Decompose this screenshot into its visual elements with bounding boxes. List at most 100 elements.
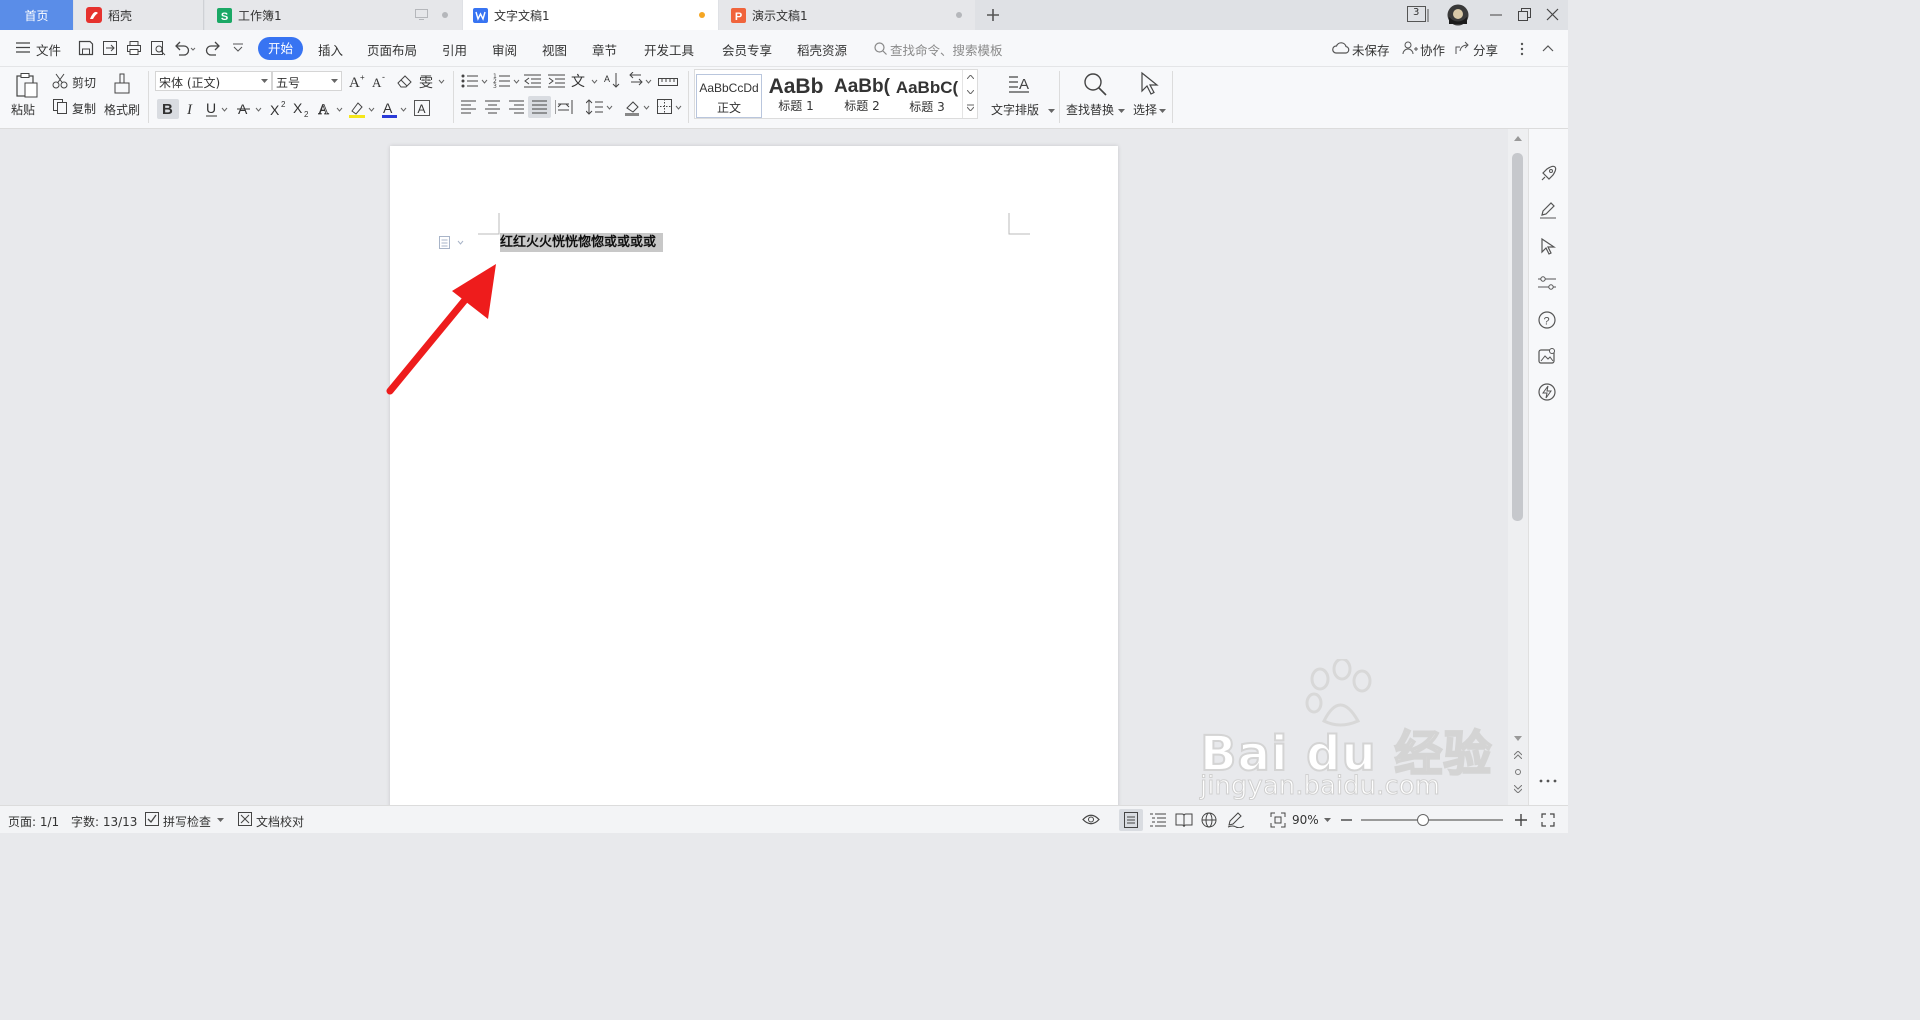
collapse-ribbon-icon[interactable] — [1542, 44, 1554, 52]
justify-icon[interactable] — [532, 100, 548, 114]
scroll-up-icon[interactable] — [1514, 136, 1522, 141]
highlight-icon[interactable] — [349, 100, 377, 118]
zoom-in-icon[interactable] — [1515, 814, 1527, 826]
text-effect-icon[interactable]: A — [318, 100, 344, 117]
more-horizontal-icon[interactable] — [1539, 779, 1557, 783]
tab-document-active[interactable]: 文字文稿1 — [463, 0, 718, 30]
fit-page-icon[interactable] — [1270, 812, 1286, 828]
style-heading-1[interactable]: AaBb 标题 1 — [763, 74, 829, 118]
help-icon[interactable]: ? — [1538, 311, 1556, 329]
sliders-icon[interactable] — [1538, 275, 1556, 291]
quick-access-dropdown-icon[interactable] — [232, 43, 244, 53]
font-color-icon[interactable]: A — [382, 100, 410, 118]
scrollbar-thumb[interactable] — [1512, 153, 1523, 521]
increase-font-icon[interactable]: A + — [349, 73, 367, 89]
numbered-list-icon[interactable]: 123 — [493, 73, 521, 89]
next-page-icon[interactable] — [1514, 785, 1522, 793]
style-heading-3[interactable]: AaBbC( 标题 3 — [895, 74, 959, 118]
show-marks-icon[interactable] — [627, 72, 653, 89]
align-left-icon[interactable] — [461, 100, 477, 114]
document-page[interactable]: 红红火火恍恍惚惚或或或或 — [390, 146, 1118, 805]
zoom-slider-thumb[interactable] — [1417, 814, 1429, 826]
chevron-up-icon[interactable] — [967, 75, 974, 79]
copy-button[interactable]: 复制 — [72, 100, 96, 117]
superscript-icon[interactable]: X2 — [270, 100, 290, 117]
chevron-down-icon[interactable] — [967, 90, 974, 94]
reading-view-icon[interactable] — [1175, 812, 1193, 828]
style-normal[interactable]: AaBbCcDd 正文 — [696, 74, 762, 118]
tab-presentation[interactable]: P 演示文稿1 — [719, 0, 975, 30]
line-spacing-icon[interactable] — [586, 99, 614, 115]
sort-icon[interactable]: A — [604, 72, 622, 89]
rocket-icon[interactable] — [1539, 165, 1557, 183]
tab-close-dot-icon[interactable] — [441, 11, 449, 19]
print-preview-icon[interactable] — [150, 40, 166, 56]
italic-icon[interactable]: I — [186, 100, 198, 116]
strikethrough-icon[interactable]: A — [237, 100, 263, 117]
format-painter-icon[interactable] — [112, 71, 132, 97]
scroll-down-icon[interactable] — [1514, 736, 1522, 741]
fullscreen-icon[interactable] — [1541, 813, 1555, 827]
web-view-icon[interactable] — [1201, 812, 1217, 828]
decrease-indent-icon[interactable] — [524, 73, 542, 89]
paste-icon[interactable] — [15, 72, 39, 98]
zoom-out-icon[interactable] — [1341, 819, 1352, 821]
outline-view-icon[interactable] — [1150, 812, 1166, 828]
menu-tab-developer[interactable]: 开发工具 — [644, 40, 694, 59]
menu-tab-daoke-resources[interactable]: 稻壳资源 — [797, 40, 847, 59]
proofread-button[interactable]: 文档校对 — [256, 813, 304, 830]
collaborate-button[interactable]: 协作 — [1420, 40, 1445, 59]
undo-icon[interactable] — [174, 40, 196, 56]
word-count[interactable]: 字数: 13/13 — [71, 813, 137, 830]
find-replace-icon[interactable] — [1082, 71, 1108, 97]
window-count-icon[interactable]: 3 — [1407, 6, 1429, 23]
spell-check-button[interactable]: 拼写检查 — [163, 813, 211, 830]
style-heading-2[interactable]: AaBb( 标题 2 — [829, 74, 895, 118]
command-search-input[interactable]: 查找命令、搜索模板 — [890, 40, 1003, 59]
browse-object-icon[interactable] — [1515, 769, 1521, 775]
restore-icon[interactable] — [1518, 8, 1531, 21]
unsaved-status[interactable]: 未保存 — [1352, 40, 1390, 59]
borders-icon[interactable] — [657, 99, 685, 115]
clear-format-icon[interactable] — [396, 73, 414, 89]
chinese-layout-icon[interactable]: 文 — [571, 72, 599, 89]
paragraph-handle-icon[interactable] — [439, 236, 465, 250]
page-count[interactable]: 页面: 1/1 — [8, 813, 59, 830]
print-icon[interactable] — [126, 40, 142, 56]
bullet-list-icon[interactable] — [461, 73, 489, 89]
paste-button[interactable]: 粘贴 — [11, 101, 35, 118]
shading-icon[interactable] — [625, 99, 653, 116]
tab-workbook[interactable]: S 工作簿1 — [205, 0, 462, 30]
menu-tab-home[interactable]: 开始 — [258, 37, 303, 60]
menu-file[interactable]: 文件 — [36, 40, 61, 59]
minimize-icon[interactable] — [1490, 14, 1502, 16]
new-tab-plus-icon[interactable] — [985, 7, 1001, 23]
redo-icon[interactable] — [205, 40, 221, 56]
character-border-icon[interactable]: A — [414, 100, 430, 116]
close-icon[interactable] — [1546, 8, 1559, 21]
zoom-level[interactable]: 90% — [1292, 813, 1319, 827]
cut-button[interactable]: 剪切 — [72, 74, 96, 91]
eye-protection-icon[interactable] — [1082, 813, 1100, 826]
format-painter-button[interactable]: 格式刷 — [104, 101, 140, 118]
share-button[interactable]: 分享 — [1473, 40, 1498, 59]
text-layout-button[interactable]: 文字排版 — [991, 101, 1039, 118]
cut-icon[interactable] — [52, 73, 68, 89]
export-pdf-icon[interactable] — [102, 40, 118, 56]
menu-tab-insert[interactable]: 插入 — [318, 40, 343, 59]
vertical-scrollbar[interactable] — [1508, 129, 1528, 805]
distributed-align-icon[interactable] — [555, 100, 573, 114]
document-body-text[interactable]: 红红火火恍恍惚惚或或或或 — [500, 233, 664, 252]
image-tool-icon[interactable] — [1538, 347, 1556, 365]
increase-indent-icon[interactable] — [548, 73, 566, 89]
pen-edit-icon[interactable] — [1539, 201, 1557, 219]
more-vertical-icon[interactable] — [1520, 42, 1524, 56]
font-size-select[interactable]: 五号 — [272, 71, 342, 91]
bold-icon[interactable]: B — [162, 100, 174, 116]
menu-tab-member[interactable]: 会员专享 — [722, 40, 772, 59]
menu-tab-view[interactable]: 视图 — [542, 40, 567, 59]
menu-tab-page-layout[interactable]: 页面布局 — [367, 40, 417, 59]
styles-scroll[interactable] — [962, 70, 977, 118]
tab-daoke[interactable]: 稻壳 — [74, 0, 204, 30]
write-mode-icon[interactable] — [1227, 812, 1245, 828]
